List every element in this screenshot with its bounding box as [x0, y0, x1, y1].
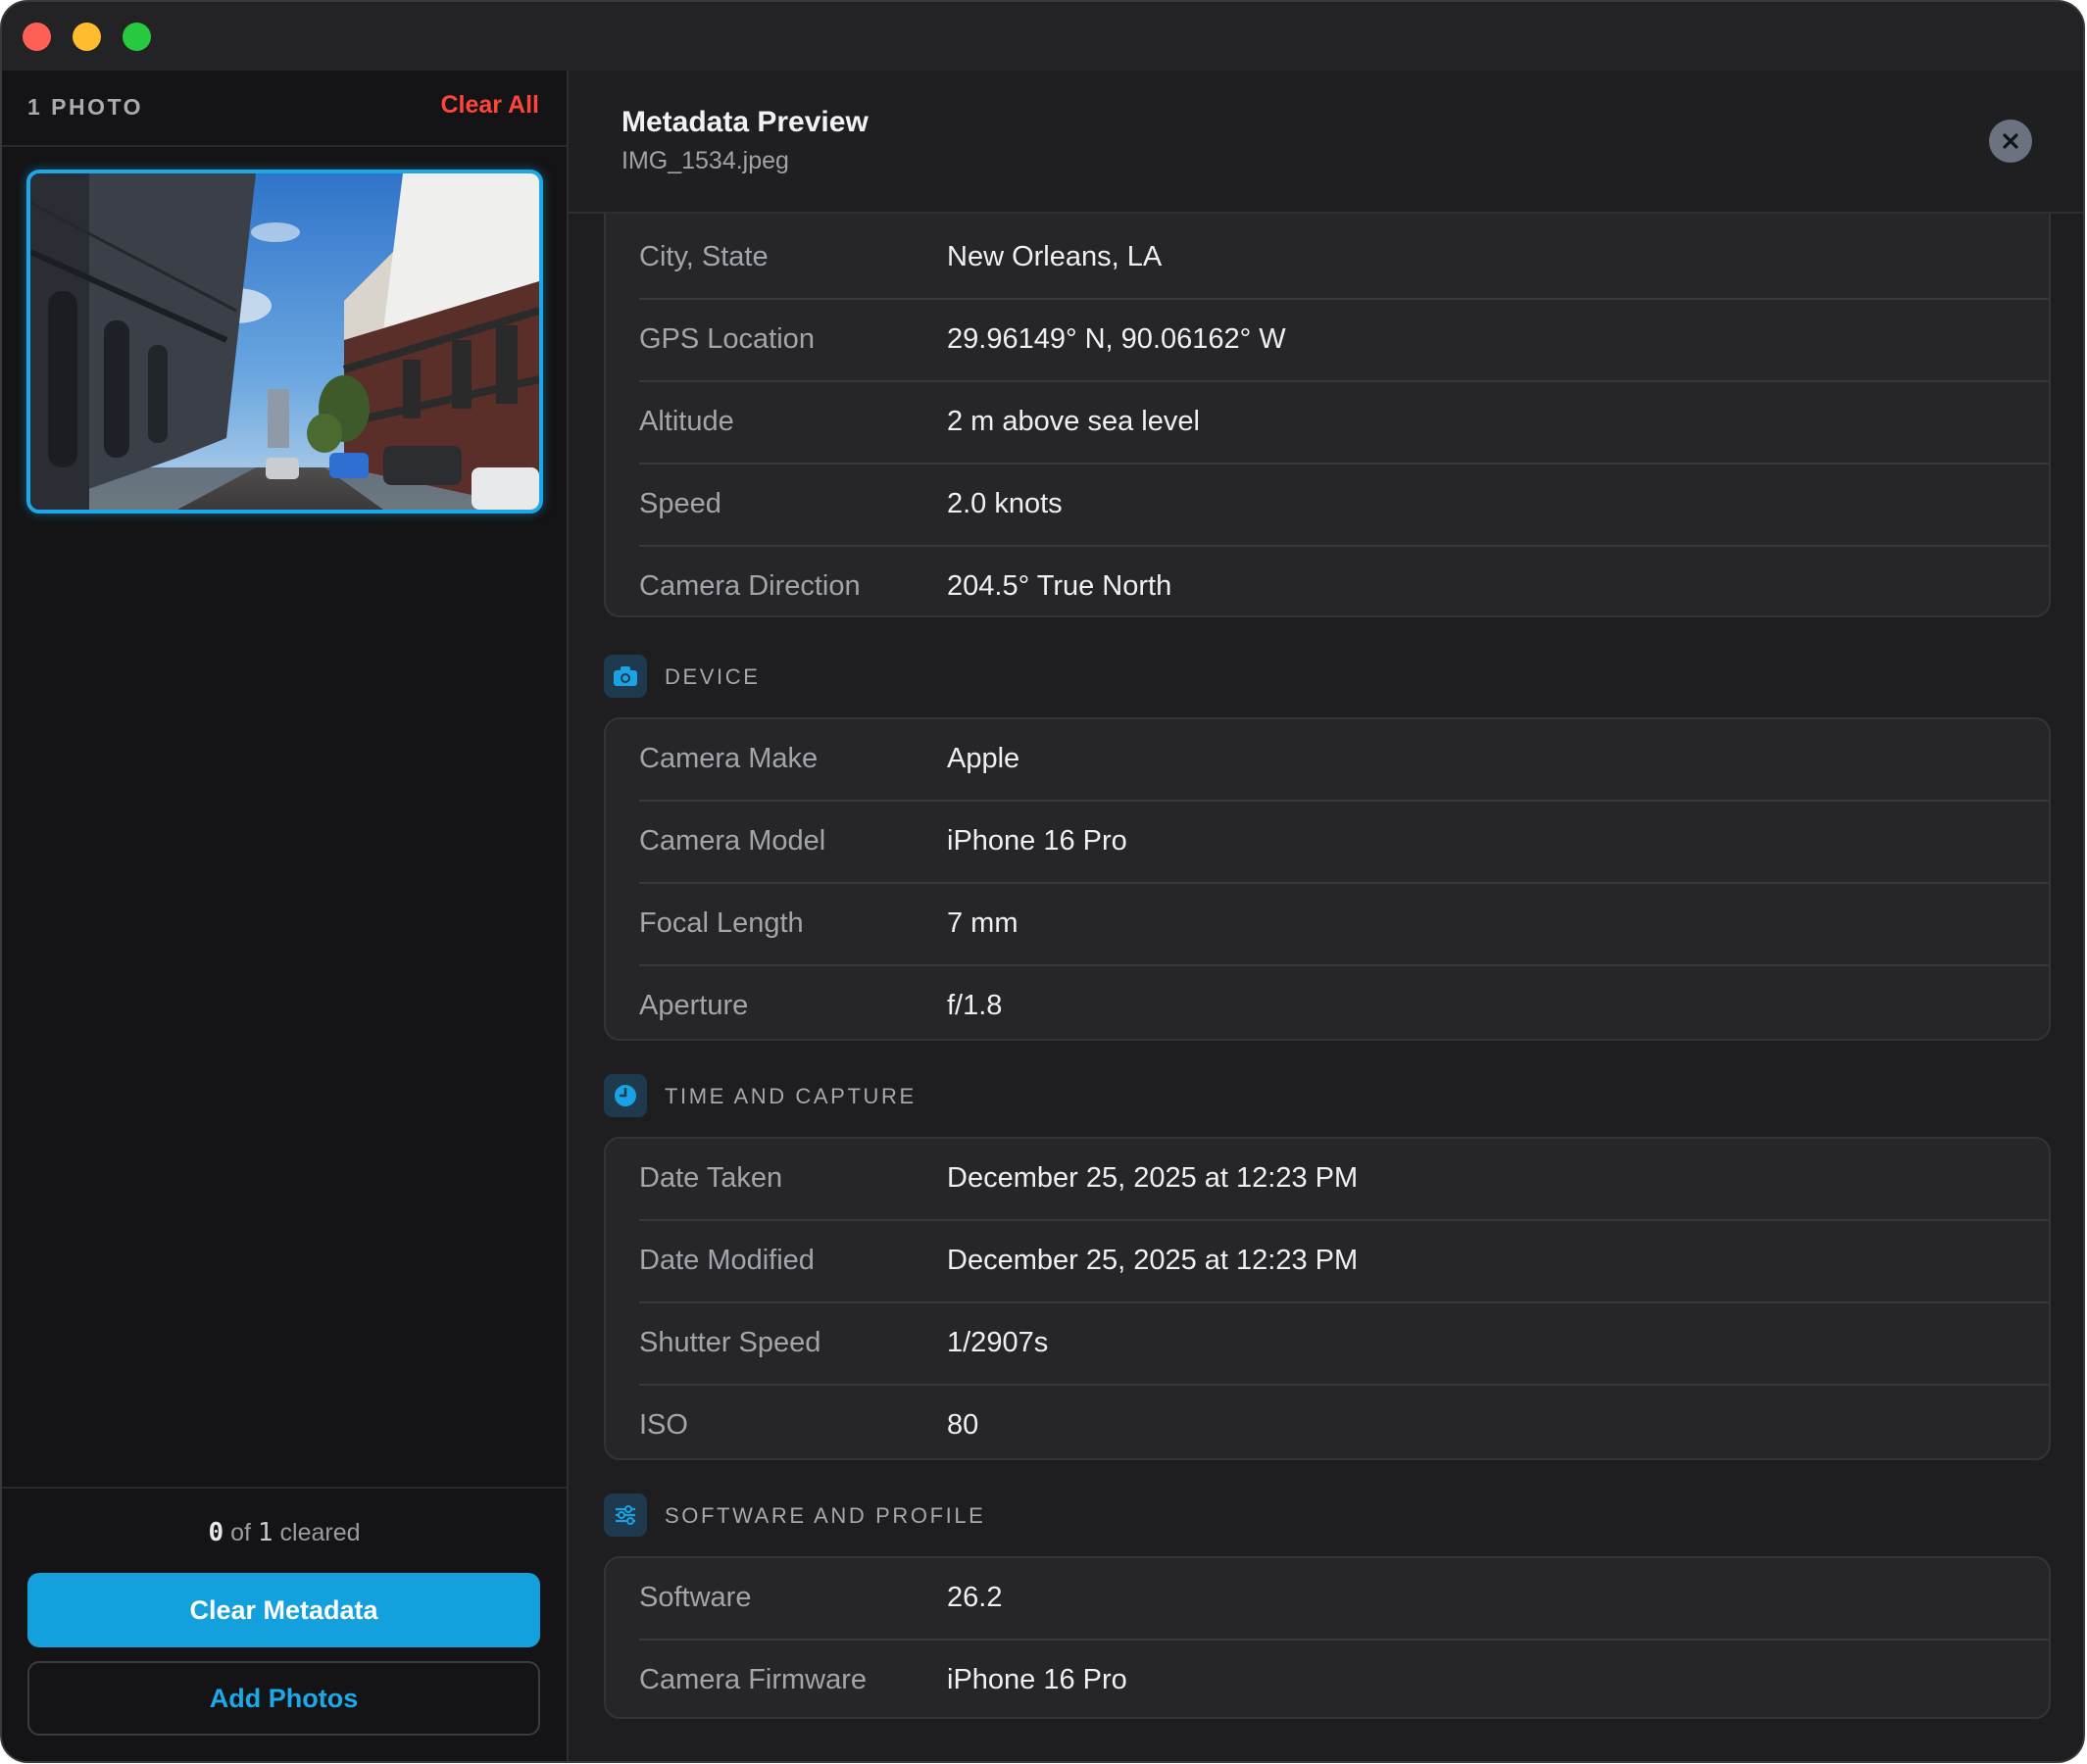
time-card: Date Taken December 25, 2025 at 12:23 PM…	[604, 1137, 2051, 1460]
row-label: Camera Direction	[639, 570, 861, 602]
row-label: Speed	[639, 488, 721, 519]
sliders-icon	[604, 1494, 647, 1537]
metadata-row: Shutter Speed 1/2907s	[639, 1303, 2049, 1386]
minimize-window-button[interactable]	[73, 23, 101, 51]
location-card: City, State New Orleans, LA GPS Location…	[604, 214, 2051, 617]
metadata-row: Camera Direction 204.5° True North	[639, 547, 2049, 627]
panel-title: Metadata Preview	[621, 106, 869, 138]
row-label: Date Taken	[639, 1162, 783, 1194]
metadata-row: GPS Location 29.96149° N, 90.06162° W	[639, 300, 2049, 382]
software-card: Software 26.2 Camera Firmware iPhone 16 …	[604, 1556, 2051, 1719]
close-panel-button[interactable]	[1989, 120, 2032, 163]
panel-header: Metadata Preview IMG_1534.jpeg	[569, 71, 2083, 214]
street-photo-image	[30, 173, 539, 510]
clear-metadata-button[interactable]: Clear Metadata	[27, 1573, 540, 1647]
metadata-row: Aperture f/1.8	[639, 966, 2049, 1047]
file-name: IMG_1534.jpeg	[621, 147, 789, 174]
sidebar-header: 1 PHOTO Clear All	[2, 71, 567, 147]
section-title: SOFTWARE AND PROFILE	[665, 1503, 986, 1528]
metadata-row: ISO 80	[639, 1386, 2049, 1466]
row-value: f/1.8	[947, 990, 1003, 1021]
row-label: Camera Make	[639, 743, 819, 774]
metadata-row: Software 26.2	[639, 1558, 2049, 1641]
row-value: 2.0 knots	[947, 488, 1063, 519]
row-label: Date Modified	[639, 1245, 815, 1276]
sidebar-footer: 0 of 1 cleared Clear Metadata Add Photos	[2, 1487, 567, 1761]
metadata-row: Focal Length 7 mm	[639, 884, 2049, 966]
photo-thumbnail[interactable]	[26, 170, 543, 514]
metadata-row: Date Taken December 25, 2025 at 12:23 PM	[639, 1139, 2049, 1221]
section-title: TIME AND CAPTURE	[665, 1084, 917, 1108]
metadata-row: Date Modified December 25, 2025 at 12:23…	[639, 1221, 2049, 1303]
row-label: City, State	[639, 241, 769, 272]
metadata-row: Altitude 2 m above sea level	[639, 382, 2049, 465]
zoom-window-button[interactable]	[123, 23, 151, 51]
add-photos-button[interactable]: Add Photos	[27, 1661, 540, 1736]
row-value: iPhone 16 Pro	[947, 1664, 1127, 1695]
clear-all-button[interactable]: Clear All	[440, 91, 539, 120]
row-value: 7 mm	[947, 907, 1019, 939]
cleared-status: 0 of 1 cleared	[2, 1518, 567, 1547]
metadata-scroll-area[interactable]: City, State New Orleans, LA GPS Location…	[569, 214, 2083, 1761]
row-label: Altitude	[639, 406, 734, 437]
status-of-text: of	[230, 1519, 251, 1546]
device-card: Camera Make Apple Camera Model iPhone 16…	[604, 717, 2051, 1041]
row-value: iPhone 16 Pro	[947, 825, 1127, 857]
total-count: 1	[257, 1518, 273, 1547]
row-label: Aperture	[639, 990, 749, 1021]
row-label: ISO	[639, 1409, 688, 1441]
row-value: 1/2907s	[947, 1327, 1049, 1358]
row-label: Camera Model	[639, 825, 826, 857]
photo-count-label: 1 PHOTO	[27, 94, 144, 120]
row-value: December 25, 2025 at 12:23 PM	[947, 1245, 1359, 1276]
row-label: Focal Length	[639, 907, 804, 939]
row-value: 80	[947, 1409, 979, 1441]
cleared-count: 0	[208, 1518, 224, 1547]
metadata-row: Speed 2.0 knots	[639, 465, 2049, 547]
metadata-panel: Metadata Preview IMG_1534.jpeg City, Sta…	[569, 71, 2083, 1761]
section-title: DEVICE	[665, 664, 761, 689]
metadata-row: City, State New Orleans, LA	[639, 218, 2049, 300]
metadata-row: Camera Firmware iPhone 16 Pro	[639, 1641, 2049, 1721]
row-value: Apple	[947, 743, 1020, 774]
close-window-button[interactable]	[23, 23, 51, 51]
row-value: December 25, 2025 at 12:23 PM	[947, 1162, 1359, 1194]
row-value: 29.96149° N, 90.06162° W	[947, 323, 1286, 355]
row-value: 2 m above sea level	[947, 406, 1200, 437]
sidebar: 1 PHOTO Clear All 0 of 1 cleared Clear M…	[2, 71, 569, 1761]
row-value: 26.2	[947, 1582, 1003, 1613]
status-suffix-text: cleared	[279, 1519, 361, 1546]
row-value: New Orleans, LA	[947, 241, 1163, 272]
clock-icon	[604, 1074, 647, 1117]
row-label: GPS Location	[639, 323, 815, 355]
metadata-row: Camera Model iPhone 16 Pro	[639, 802, 2049, 884]
metadata-row: Camera Make Apple	[639, 719, 2049, 802]
row-label: Camera Firmware	[639, 1664, 868, 1695]
camera-icon	[604, 655, 647, 698]
close-icon	[2003, 133, 2018, 149]
row-label: Shutter Speed	[639, 1327, 821, 1358]
row-value: 204.5° True North	[947, 570, 1172, 602]
title-bar	[2, 2, 2083, 71]
row-label: Software	[639, 1582, 752, 1613]
app-window: 1 PHOTO Clear All 0 of 1 cleared Clear M…	[2, 2, 2083, 1761]
